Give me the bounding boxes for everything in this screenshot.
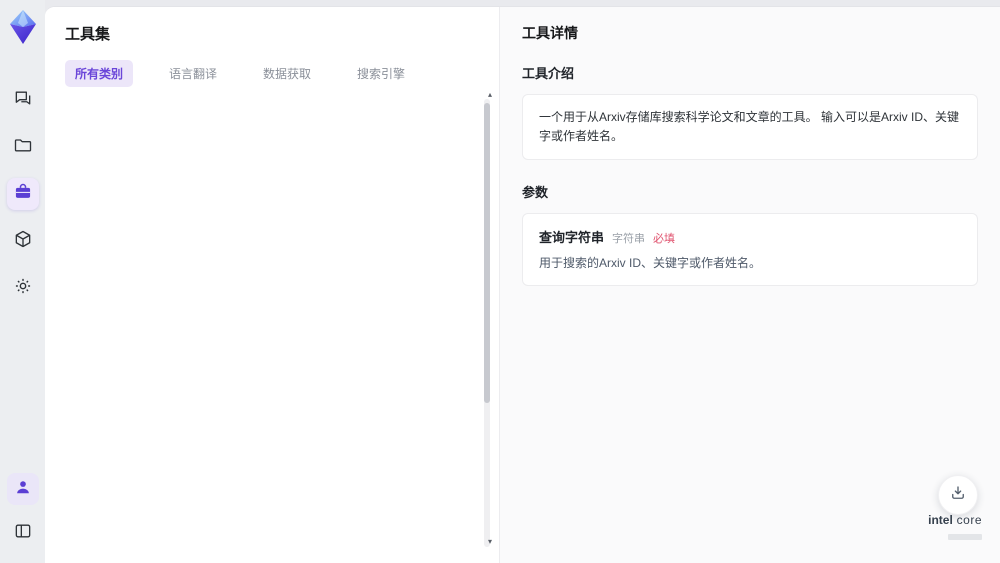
panel-layout-icon — [13, 521, 33, 546]
param-box: 查询字符串 字符串 必填 用于搜索的Arxiv ID、关键字或作者姓名。 — [522, 213, 978, 287]
tool-list-panel: 工具集 所有类别 语言翻译 数据获取 搜索引擎 ▴ ▾ — [45, 7, 500, 563]
detail-title: 工具详情 — [522, 25, 578, 41]
rail-bottom — [6, 473, 39, 549]
category-tab[interactable]: 所有类别 — [65, 60, 134, 87]
sidebar-item-toolset[interactable] — [6, 178, 39, 210]
sidebar-item-files[interactable] — [7, 131, 39, 163]
category-tabs: 所有类别 语言翻译 数据获取 搜索引擎 — [65, 60, 479, 87]
scroll-up-icon[interactable]: ▴ — [488, 91, 492, 99]
intro-text: 一个用于从Arxiv存储库搜索科学论文和文章的工具。 输入可以是Arxiv ID… — [539, 110, 960, 144]
download-button[interactable] — [938, 475, 978, 515]
app-window: 工具集 所有类别 语言翻译 数据获取 搜索引擎 ▴ ▾ 工具详情 工具介绍 一个用于从… — [0, 0, 1000, 563]
param-name: 查询字符串 — [539, 230, 605, 246]
cube-icon — [13, 229, 33, 254]
briefcase-icon — [13, 182, 33, 207]
intel-core-logo: intel core — [928, 513, 982, 545]
category-tab[interactable]: 搜索引擎 — [347, 60, 415, 87]
tab-label: 所有类别 — [75, 67, 124, 81]
icon-rail — [0, 0, 45, 563]
category-tab[interactable]: 数据获取 — [253, 60, 321, 87]
brand-core: core — [952, 513, 982, 527]
sidebar-item-models[interactable] — [7, 225, 39, 257]
content-surface: 工具集 所有类别 语言翻译 数据获取 搜索引擎 ▴ ▾ 工具详情 工具介绍 一个用于从… — [45, 6, 1000, 563]
folder-icon — [13, 135, 33, 160]
rail-nav — [6, 84, 39, 304]
list-scrollbar[interactable] — [484, 99, 490, 547]
tab-label: 数据获取 — [263, 67, 312, 81]
sidebar-item-account[interactable] — [6, 473, 39, 505]
gear-icon — [13, 276, 33, 301]
brand-sub-mark — [948, 534, 982, 540]
params-heading: 参数 — [522, 185, 549, 201]
chat-icon — [13, 88, 33, 113]
param-head: 查询字符串 字符串 必填 — [539, 227, 961, 246]
tool-list — [65, 101, 479, 563]
intro-heading: 工具介绍 — [522, 66, 575, 81]
app-logo-icon[interactable] — [6, 8, 40, 46]
sidebar-item-collapse[interactable] — [7, 517, 39, 549]
tab-label: 语言翻译 — [169, 67, 218, 81]
page-title: 工具集 — [65, 26, 111, 43]
tool-detail-panel: 工具详情 工具介绍 一个用于从Arxiv存储库搜索科学论文和文章的工具。 输入可… — [500, 7, 1000, 563]
param-type: 字符串 — [612, 233, 646, 246]
download-icon — [949, 484, 967, 507]
brand-intel: intel — [928, 513, 953, 527]
scrollbar-thumb[interactable] — [484, 103, 490, 403]
param-required-flag: 必填 — [653, 233, 676, 246]
scroll-down-icon[interactable]: ▾ — [488, 538, 492, 546]
category-tab[interactable]: 语言翻译 — [159, 60, 227, 87]
intro-box: 一个用于从Arxiv存储库搜索科学论文和文章的工具。 输入可以是Arxiv ID… — [522, 94, 978, 161]
user-icon — [13, 477, 33, 502]
tab-label: 搜索引擎 — [357, 67, 406, 81]
sidebar-item-chat[interactable] — [7, 84, 39, 116]
sidebar-item-settings[interactable] — [7, 272, 39, 304]
param-description: 用于搜索的Arxiv ID、关键字或作者姓名。 — [539, 256, 762, 271]
